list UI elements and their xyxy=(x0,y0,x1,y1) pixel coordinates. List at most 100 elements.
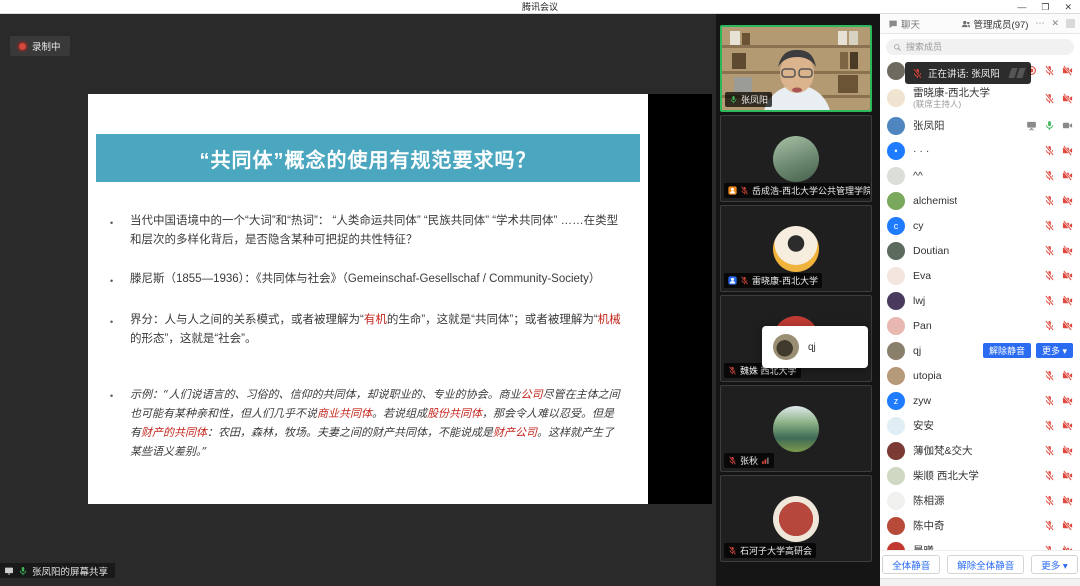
member-row[interactable]: 陈中奇 xyxy=(880,513,1080,538)
search-input[interactable] xyxy=(906,42,1056,52)
member-row[interactable]: ccy xyxy=(880,213,1080,238)
avatar: c xyxy=(887,217,905,235)
mic-muted-icon xyxy=(912,68,923,79)
mic-muted-icon xyxy=(1044,270,1055,281)
member-text: 柴顺 西北大学 xyxy=(913,470,979,482)
member-name: 薄伽梵&交大 xyxy=(913,445,973,457)
member-text: Pan xyxy=(913,320,932,332)
member-row[interactable]: qj 解除静音更多 ▾ xyxy=(880,338,1080,363)
video-thumbnail-strip: 张凤阳岳成浩-西北大学公共管理学院雷晓康-西北大学魏姝 西北大学张秋石河子大学高… xyxy=(716,14,880,586)
bullet-marker: • xyxy=(110,212,130,250)
avatar xyxy=(773,136,819,182)
member-status-icons xyxy=(1044,520,1073,531)
member-more-button[interactable]: 更多 ▾ xyxy=(1036,343,1073,358)
avatar xyxy=(887,242,905,260)
mic-muted-icon xyxy=(728,366,737,375)
member-name: zyw xyxy=(913,395,931,407)
panel-detach-icon[interactable] xyxy=(1066,19,1075,28)
member-status-icons xyxy=(1044,245,1073,256)
video-tile-2[interactable]: 岳成浩-西北大学公共管理学院 xyxy=(720,115,872,202)
member-search xyxy=(886,39,1074,55)
mic-muted-icon xyxy=(1044,65,1055,76)
camera-off-icon xyxy=(1062,220,1073,231)
member-row[interactable]: 柴顺 西北大学 xyxy=(880,463,1080,488)
member-text: qj xyxy=(913,345,921,357)
mic-muted-icon xyxy=(728,546,737,555)
video-tile-3[interactable]: 雷晓康-西北大学 xyxy=(720,205,872,292)
member-text: · · · xyxy=(913,145,929,157)
member-name: 安安 xyxy=(913,420,934,432)
camera-off-icon xyxy=(1062,270,1073,281)
member-row[interactable]: • · · · xyxy=(880,138,1080,163)
unmute-member-button[interactable]: 解除静音 xyxy=(983,343,1031,358)
bullet-marker: • xyxy=(110,385,130,461)
avatar xyxy=(887,517,905,535)
mic-muted-icon xyxy=(1044,420,1055,431)
mic-muted-icon xyxy=(1044,520,1055,531)
member-text: 雷晓康-西北大学(联席主持人) xyxy=(913,87,990,109)
member-text: alchemist xyxy=(913,195,957,207)
member-name: 雷晓康-西北大学 xyxy=(913,87,990,99)
member-row[interactable]: lwj xyxy=(880,288,1080,313)
member-row[interactable]: ^^ xyxy=(880,163,1080,188)
camera-off-icon xyxy=(1062,145,1073,156)
camera-off-icon xyxy=(1062,370,1073,381)
close-button[interactable]: ✕ xyxy=(1064,0,1072,14)
member-row[interactable]: Pan xyxy=(880,313,1080,338)
mute-all-button[interactable]: 全体静音 xyxy=(882,555,940,574)
video-tile-6[interactable]: 石河子大学高研会 xyxy=(720,475,872,562)
member-row[interactable]: Eva xyxy=(880,263,1080,288)
member-text: utopia xyxy=(913,370,942,382)
member-panel: 聊天 管理成员(97) ⋯ ✕ 雷晓康-西北大学(联席主持人) 张凤阳 • · · ·… xyxy=(880,14,1080,586)
mic-muted-icon xyxy=(1044,320,1055,331)
avatar xyxy=(887,492,905,510)
camera-off-icon xyxy=(1062,495,1073,506)
mic-muted-icon xyxy=(1044,445,1055,456)
video-tile-1[interactable]: 张凤阳 xyxy=(720,25,872,112)
mic-muted-icon xyxy=(1044,220,1055,231)
avatar xyxy=(887,342,905,360)
avatar: • xyxy=(887,142,905,160)
cohost-icon xyxy=(728,276,737,285)
bullet-marker: • xyxy=(110,311,130,349)
member-row[interactable]: 安安 xyxy=(880,413,1080,438)
mic-muted-icon xyxy=(728,456,737,465)
member-text: Eva xyxy=(913,270,931,282)
mic-muted-icon xyxy=(1044,495,1055,506)
screen-share-label: 张凤阳的屏幕共享 xyxy=(0,563,115,578)
member-row[interactable]: zzyw xyxy=(880,388,1080,413)
member-row[interactable]: 陈相源 xyxy=(880,488,1080,513)
more-button[interactable]: 更多 ▾ xyxy=(1031,555,1077,574)
panel-more-icon[interactable]: ⋯ xyxy=(1035,18,1044,29)
member-row[interactable]: 薄伽梵&交大 xyxy=(880,438,1080,463)
video-tile-5[interactable]: 张秋 xyxy=(720,385,872,472)
tab-manage-members[interactable]: 管理成员(97) xyxy=(958,17,1032,31)
member-status-icons xyxy=(1044,170,1073,181)
avatar xyxy=(887,467,905,485)
slide-bullet: •滕尼斯（1855—1936）：《共同体与社会》（Gemeinschaf-Ges… xyxy=(110,270,622,291)
slide-bullet: •当代中国语境中的一个“大词”和“热词”： “人类命运共同体” “民族共同体” … xyxy=(110,212,622,250)
member-row[interactable]: Doutian xyxy=(880,238,1080,263)
recording-badge: 录制中 xyxy=(10,36,70,56)
minimize-button[interactable]: — xyxy=(1017,0,1026,14)
member-row[interactable]: 雷晓康-西北大学(联席主持人) xyxy=(880,83,1080,113)
bullet-text: 界分：人与人之间的关系模式，或者被理解为“有机的生命”，这就是“共同体”；或者被… xyxy=(130,311,622,349)
member-row[interactable]: alchemist xyxy=(880,188,1080,213)
tile-label: 张凤阳 xyxy=(725,92,772,107)
panel-close-icon[interactable]: ✕ xyxy=(1051,18,1059,29)
camera-off-icon xyxy=(1062,195,1073,206)
member-row[interactable]: utopia xyxy=(880,363,1080,388)
camera-off-icon xyxy=(1062,420,1073,431)
monitor-icon xyxy=(4,566,14,576)
tab-chat[interactable]: 聊天 xyxy=(885,17,923,31)
chat-icon xyxy=(888,19,898,29)
member-name: lwj xyxy=(913,295,925,307)
maximize-button[interactable]: ❐ xyxy=(1041,0,1049,14)
unmute-all-button[interactable]: 解除全体静音 xyxy=(947,555,1024,574)
avatar xyxy=(773,226,819,272)
member-name: ^^ xyxy=(913,170,923,182)
member-status-icons xyxy=(1044,93,1073,104)
member-row[interactable]: 张凤阳 xyxy=(880,113,1080,138)
member-text: Doutian xyxy=(913,245,949,257)
member-name: alchemist xyxy=(913,195,957,207)
